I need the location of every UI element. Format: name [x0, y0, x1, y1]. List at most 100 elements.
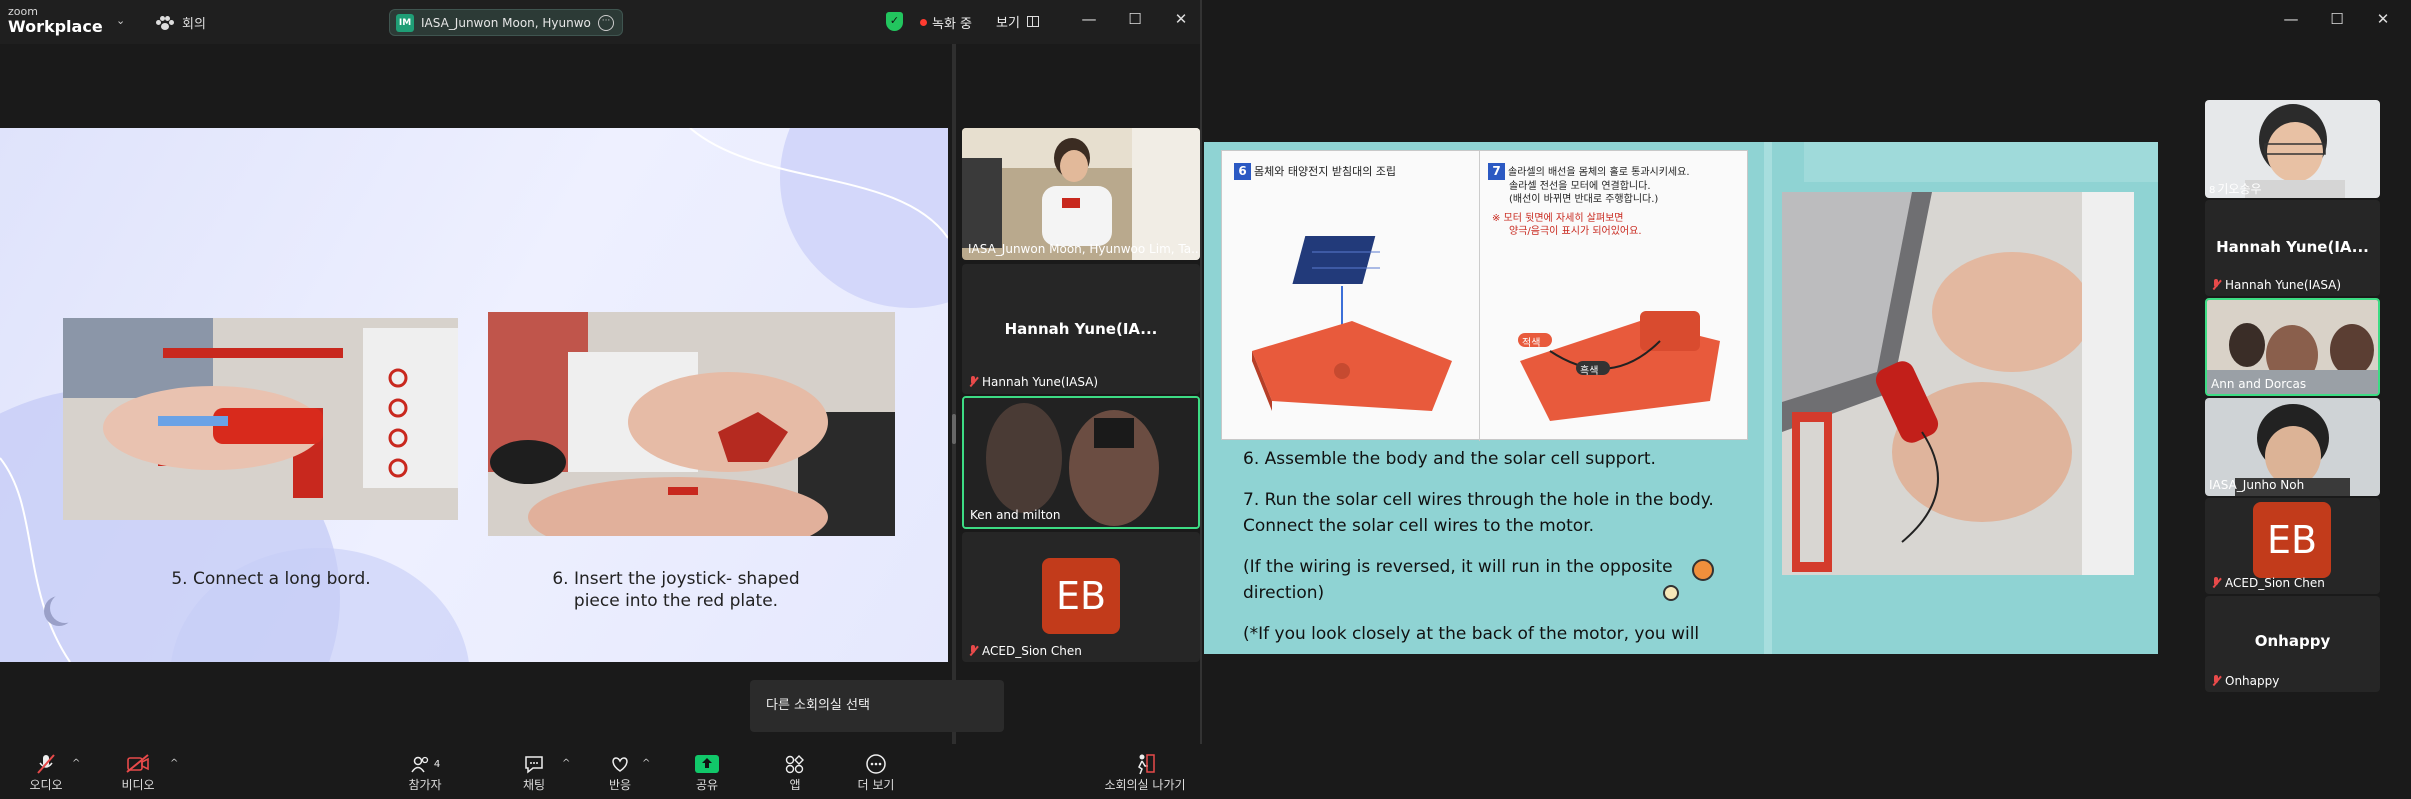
slide-text-motor-note: (*If you look closely at the back of the…	[1243, 624, 1700, 644]
avatar-initials: EB	[2253, 502, 2331, 578]
meeting-info-pill[interactable]: IM IASA_Junwon Moon, Hyunwoo L ···	[389, 9, 623, 36]
leave-label: 소회의실 나가기	[1104, 778, 1186, 792]
participant-name: 기오송우	[2217, 182, 2262, 196]
participant-name: IASA_Junho Noh	[2209, 478, 2305, 492]
title-bar: zoom Workplace ⌄ 회의 IM IASA_Junwon Moon,…	[0, 0, 1200, 44]
more-button[interactable]: 더 보기	[856, 752, 896, 793]
caption-step5: 5. Connect a long bord.	[171, 569, 371, 589]
shield-check-icon[interactable]: ✓	[886, 12, 903, 31]
recording-indicator[interactable]: 녹화 중	[920, 13, 972, 32]
mic-off-icon	[2211, 577, 2221, 588]
step7-line1: 솔라셀의 배선을 몸체의 홀로 통과시키세요.	[1508, 167, 1690, 178]
participant-name-row: 8 기오송우	[2209, 180, 2262, 197]
maximize-button[interactable]: ☐	[2314, 10, 2360, 28]
participant-name-row: ACED_Sion Chen	[2211, 576, 2325, 590]
video-tile-onhappy[interactable]: Onhappy Onhappy	[2205, 596, 2380, 692]
chat-options-caret-icon[interactable]: ^	[562, 758, 570, 769]
window-controls: — ☐ ✕	[1066, 10, 1204, 28]
share-screen-icon	[692, 752, 722, 776]
assembly-illustration-step7	[1518, 311, 1720, 421]
more-icon[interactable]: ···	[598, 14, 614, 31]
decor-yellow-dot	[1663, 585, 1679, 601]
participants-label: 참가자	[408, 778, 442, 792]
video-tile-junho-noh[interactable]: IASA_Junho Noh	[2205, 398, 2380, 496]
meetings-menu[interactable]: 회의	[156, 13, 206, 32]
layout-icon	[1026, 16, 1039, 27]
shared-screen-slide-solar: 6 몸체와 태양전지 받침대의 조립 7 솔라셀의 배선을 몸체의 홀로 통과시키세…	[1204, 142, 2158, 654]
meeting-toolbar: 오디오 ^ 비디오 ^ 4 참가자 채팅 ^ 반응 ^ 공유 앱 더 보기 소회…	[0, 744, 1202, 799]
step7-line2: 솔라셀 전선을 모터에 연결합니다.	[1509, 181, 1651, 192]
manual-step7-text: 7 솔라셀의 배선을 몸체의 홀로 통과시키세요. 솔라셀 전선을 모터에 연결합…	[1488, 163, 1690, 238]
meeting-badge: IM	[396, 13, 414, 32]
slide-text-step6: 6. Assemble the body and the solar cell …	[1243, 449, 1656, 469]
leave-breakout-button[interactable]: 소회의실 나가기	[1100, 752, 1190, 793]
brand-line2: Workplace	[8, 17, 103, 36]
participant-name: ACED_Sion Chen	[2225, 576, 2325, 590]
chat-label: 채팅	[522, 778, 546, 792]
participants-count: 4	[433, 758, 441, 770]
participant-display-name: Hannah Yune(IA...	[1004, 320, 1158, 338]
video-button[interactable]: 비디오	[118, 752, 158, 793]
slide-text-reverse-line1: (If the wiring is reversed, it will run …	[1243, 557, 1673, 577]
meetings-label: 회의	[182, 17, 206, 32]
record-dot-icon	[920, 19, 927, 26]
video-tile-sion-chen[interactable]: EB ACED_Sion Chen	[2205, 498, 2380, 594]
apps-label: 앱	[789, 778, 801, 792]
paw-icon	[156, 15, 174, 30]
reactions-button[interactable]: 반응	[602, 752, 638, 793]
shared-screen-slide: 5. Connect a long bord. 6. Insert the jo…	[0, 128, 948, 662]
caption-step6-line2: piece into the red plate.	[573, 591, 779, 611]
chevron-down-icon[interactable]: ⌄	[116, 14, 125, 27]
apps-button[interactable]: 앱	[780, 752, 810, 793]
view-label: 보기	[996, 16, 1020, 31]
video-tile-iasa-group[interactable]: IASA_Junwon Moon, Hyunwoo Lim, Ta...	[962, 128, 1200, 260]
video-options-caret-icon[interactable]: ^	[170, 758, 178, 769]
step7-line3: (배선이 바뀌면 반대로 주행합니다.)	[1509, 194, 1659, 205]
participants-button[interactable]: 4 참가자	[400, 752, 450, 793]
mic-off-icon	[2211, 279, 2221, 290]
minimize-button[interactable]: —	[1066, 10, 1112, 28]
share-label: 공유	[695, 778, 719, 792]
assembly-illustration-step6	[1252, 236, 1452, 411]
view-button[interactable]: 보기	[996, 12, 1039, 31]
photo-connect-bord	[63, 318, 458, 520]
photo-insert-joystick	[488, 312, 895, 536]
panel-splitter[interactable]	[952, 44, 956, 744]
apps-icon	[780, 752, 810, 776]
share-button[interactable]: 공유	[692, 752, 722, 793]
minimize-button[interactable]: —	[2268, 10, 2314, 28]
participant-name-row: Hannah Yune(IASA)	[2211, 278, 2341, 292]
video-tile-ken-milton[interactable]: Ken and milton	[962, 396, 1200, 529]
reactions-label: 반응	[608, 778, 632, 792]
audio-button[interactable]: 오디오	[26, 752, 66, 793]
mic-off-icon	[2211, 675, 2221, 686]
reactions-options-caret-icon[interactable]: ^	[642, 758, 650, 769]
mic-off-icon	[968, 645, 978, 656]
chat-icon	[516, 752, 552, 776]
chat-button[interactable]: 채팅	[516, 752, 552, 793]
mic-muted-icon	[26, 752, 66, 776]
heart-icon	[602, 752, 638, 776]
zoom-workplace-logo[interactable]: zoom Workplace	[8, 6, 103, 35]
maximize-button[interactable]: ☐	[1112, 10, 1158, 28]
video-tile-ann-dorcas[interactable]: Ann and Dorcas	[2205, 298, 2380, 396]
video-tile-hannah[interactable]: Hannah Yune(IA... Hannah Yune(IASA)	[2205, 200, 2380, 296]
video-tile-sion-chen[interactable]: EB ACED_Sion Chen	[962, 532, 1200, 662]
recording-label: 녹화 중	[932, 17, 973, 32]
decor-orange-dot	[1692, 559, 1714, 581]
slide-text-step7-line2: Connect the solar cell wires to the moto…	[1243, 516, 1595, 536]
video-label: 비디오	[121, 778, 155, 792]
participants-icon: 4	[400, 752, 450, 776]
participant-name: IASA_Junwon Moon, Hyunwoo Lim, Ta...	[968, 242, 1200, 256]
meeting-title: IASA_Junwon Moon, Hyunwoo L	[421, 15, 591, 30]
video-tile-hannah[interactable]: Hannah Yune(IA... Hannah Yune(IASA)	[962, 264, 1200, 394]
photo-solar-wiring	[1782, 192, 2134, 575]
participant-name: Onhappy	[2225, 674, 2280, 688]
close-button[interactable]: ✕	[2360, 10, 2406, 28]
close-button[interactable]: ✕	[1158, 10, 1204, 28]
participant-video	[962, 128, 1200, 260]
audio-options-caret-icon[interactable]: ^	[72, 758, 80, 769]
participant-name: Hannah Yune(IASA)	[2225, 278, 2342, 292]
video-tile-giosongwoo[interactable]: 8 기오송우	[2205, 100, 2380, 198]
label-red-wire: 적색	[1522, 338, 1541, 349]
